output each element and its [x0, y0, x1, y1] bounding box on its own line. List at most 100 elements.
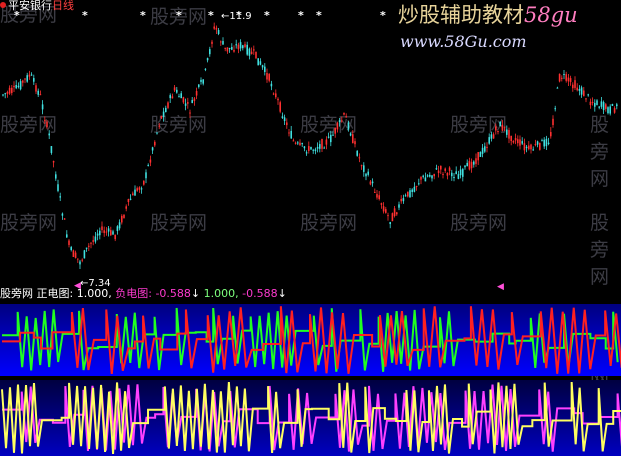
candle-body — [118, 222, 121, 229]
candle-body — [455, 171, 457, 175]
candle-body — [420, 176, 422, 180]
candle-body — [316, 146, 319, 149]
candle-body — [479, 151, 482, 157]
candle-body — [367, 171, 369, 175]
candle-body — [473, 161, 475, 165]
candle-body — [283, 117, 286, 121]
candle-body — [565, 74, 567, 81]
signal-marker: * — [208, 9, 214, 22]
candle-body — [228, 47, 231, 49]
candle-body — [596, 100, 598, 105]
pos-label: 正电图: — [36, 287, 74, 300]
candle-body — [222, 41, 224, 45]
candle-body — [279, 102, 281, 112]
candle-body — [354, 141, 356, 145]
candle-body — [462, 169, 464, 177]
scroll-marker-icon[interactable]: ◀ — [497, 282, 504, 292]
candle-body — [140, 188, 143, 190]
candle-body — [264, 66, 266, 72]
candle-body — [396, 212, 398, 215]
candle-body — [512, 140, 515, 143]
candle-body — [154, 141, 156, 146]
candle-body — [92, 240, 94, 242]
candle-body — [415, 185, 418, 187]
period-label: 日线 — [52, 0, 74, 12]
candle-body — [611, 103, 614, 106]
candle-body — [404, 195, 407, 197]
chart-marker-icon — [0, 2, 6, 8]
candle-body — [189, 112, 191, 114]
candle-body — [519, 139, 521, 146]
candle-body — [433, 173, 435, 177]
candle-body — [486, 146, 488, 148]
candle-body — [272, 93, 275, 95]
candle-body — [310, 146, 312, 150]
indicator-source: 股旁网 — [0, 287, 33, 300]
candle-body — [50, 146, 53, 153]
candle-body — [35, 85, 37, 92]
brand-name-num: 58gu — [524, 3, 578, 27]
scroll-marker-icon[interactable]: ◀ — [74, 281, 81, 291]
candle-body — [160, 116, 163, 119]
candle-body — [286, 122, 288, 126]
indicator-chart[interactable] — [0, 286, 621, 456]
signal-marker: * — [176, 9, 182, 22]
candle-body — [464, 165, 466, 168]
candle-body — [13, 85, 15, 88]
signal-marker: * — [14, 9, 20, 22]
candle-body — [321, 139, 323, 149]
candle-body — [17, 85, 20, 88]
candle-body — [136, 188, 138, 191]
candle-body — [602, 102, 605, 111]
candle-body — [543, 139, 545, 147]
candle-body — [424, 177, 427, 182]
candle-body — [237, 44, 240, 50]
candle-body — [239, 42, 242, 49]
candle-body — [530, 144, 532, 150]
candle-body — [112, 231, 114, 235]
candle-body — [499, 121, 501, 127]
candle-body — [466, 162, 468, 167]
candle-body — [576, 87, 578, 91]
candle-body — [231, 47, 233, 50]
candle-body — [470, 162, 473, 169]
candle-body — [105, 231, 108, 233]
candle-body — [547, 142, 550, 144]
candle-body — [539, 142, 541, 150]
candle-body — [48, 133, 50, 136]
price-chart[interactable] — [0, 0, 621, 286]
candle-body — [314, 149, 317, 152]
candle-body — [165, 107, 167, 113]
candle-body — [402, 198, 405, 202]
candle-body — [426, 175, 429, 177]
candle-body — [72, 250, 75, 257]
candle-body — [446, 172, 449, 176]
candle-body — [332, 134, 334, 136]
candle-body — [233, 49, 235, 52]
candle-body — [360, 165, 363, 167]
candle-body — [459, 169, 462, 176]
candle-body — [195, 91, 198, 96]
candle-body — [477, 152, 479, 161]
candle-body — [158, 125, 160, 127]
candle-body — [81, 259, 83, 261]
candle-body — [149, 159, 152, 163]
candle-body — [121, 215, 123, 223]
brand-logo: 炒股辅助教材58gu — [398, 2, 578, 28]
candle-body — [481, 147, 484, 154]
signal-marker: * — [140, 9, 146, 22]
candle-body — [39, 94, 42, 96]
candle-body — [226, 47, 229, 52]
candle-body — [209, 49, 211, 55]
candle-body — [275, 93, 277, 98]
chart-title: 平安银行日线 — [0, 0, 74, 12]
candle-body — [369, 181, 372, 185]
candle-body — [616, 104, 618, 107]
candle-body — [162, 111, 165, 118]
candle-body — [2, 94, 4, 96]
candle-body — [325, 139, 328, 145]
candle-body — [440, 165, 442, 170]
candle-body — [114, 234, 116, 240]
candle-body — [173, 87, 176, 91]
candle-body — [385, 209, 387, 213]
